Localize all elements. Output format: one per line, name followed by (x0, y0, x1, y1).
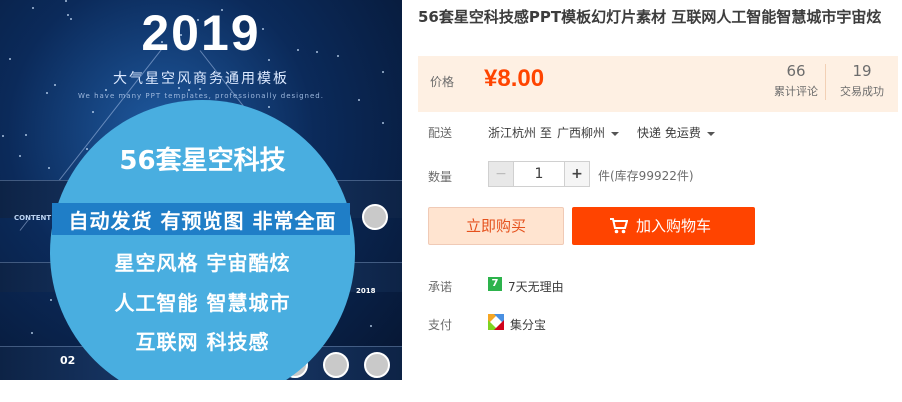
stat-divider (825, 64, 826, 100)
promise-label: 承诺 (428, 280, 453, 294)
reviews-stat[interactable]: 66 累计评论 (766, 62, 826, 99)
circle-line: 星空风格 宇宙酷炫 (114, 251, 291, 275)
circle-line: 人工智能 智慧城市 (114, 291, 291, 315)
star-dot (2, 135, 4, 137)
star-dot (65, 0, 67, 2)
star-dot (25, 134, 27, 136)
shipping-method: 快递 免运费 (637, 126, 701, 140)
avatar-thumb (362, 204, 388, 230)
add-to-cart-button[interactable]: 加入购物车 (572, 207, 755, 245)
image-tagline: We have many PPT templates, professional… (78, 92, 324, 100)
buy-now-button[interactable]: 立即购买 (428, 207, 564, 245)
price-value: ¥8.00 (484, 65, 545, 92)
jifenbao-icon (488, 314, 504, 330)
image-side-right: 2018 (356, 287, 376, 295)
payment-text: 集分宝 (510, 318, 547, 332)
star-dot (199, 88, 201, 90)
image-side-bottom: 02 (60, 354, 76, 367)
stock-info: 件(库存99922件) (598, 169, 694, 183)
quantity-label: 数量 (428, 170, 453, 184)
reviews-count: 66 (786, 62, 806, 80)
deals-count: 19 (852, 62, 872, 80)
payment-label: 支付 (428, 318, 453, 332)
price-label: 价格 (430, 75, 455, 89)
promise-text[interactable]: 7天无理由 (508, 278, 564, 295)
circle-title: 56套星空科技 (119, 146, 286, 176)
star-dot (382, 122, 384, 124)
circle-line: 自动发货 有预览图 非常全面 (68, 209, 337, 233)
deals-label: 交易成功 (840, 85, 884, 98)
add-to-cart-label: 加入购物车 (636, 217, 712, 235)
star-dot (370, 325, 372, 327)
product-title: 56套星空科技感PPT模板幻灯片素材 互联网人工智能智慧城市宇宙炫 (418, 8, 882, 26)
quantity-stepper: − 1 + (488, 161, 590, 187)
star-dot (268, 106, 270, 108)
quantity-input[interactable]: 1 (514, 161, 564, 187)
seven-day-return-icon: 7 (488, 277, 502, 291)
shipping-from: 浙江杭州 至 (488, 126, 552, 140)
avatar-thumb (364, 352, 390, 378)
shipping-to-select[interactable]: 广西柳州 (557, 124, 620, 141)
cart-icon (610, 218, 628, 234)
image-subtitle: 大气星空风商务通用模板 (113, 71, 289, 87)
star-dot (92, 111, 94, 113)
deals-stat[interactable]: 19 交易成功 (832, 62, 892, 99)
star-dot (188, 89, 190, 91)
image-year: 2019 (141, 5, 261, 61)
decrement-button[interactable]: − (488, 161, 514, 187)
shipping-label: 配送 (428, 126, 453, 140)
shipping-method-select[interactable]: 快递 免运费 (637, 124, 715, 141)
circle-line: 互联网 科技感 (135, 330, 270, 354)
star-dot (19, 155, 21, 157)
product-image: 2019 大气星空风商务通用模板 We have many PPT templa… (0, 0, 402, 380)
avatar-thumb (323, 352, 349, 378)
increment-button[interactable]: + (564, 161, 590, 187)
price-box: 价格 ¥8.00 66 累计评论 19 交易成功 (418, 56, 898, 112)
star-dot (105, 89, 107, 91)
image-side-left: CONTENT (14, 214, 52, 222)
shipping-to: 广西柳州 (557, 126, 606, 140)
chevron-down-icon (611, 131, 620, 136)
reviews-label: 累计评论 (774, 85, 818, 98)
star-dot (31, 332, 33, 334)
chevron-down-icon (706, 131, 715, 136)
